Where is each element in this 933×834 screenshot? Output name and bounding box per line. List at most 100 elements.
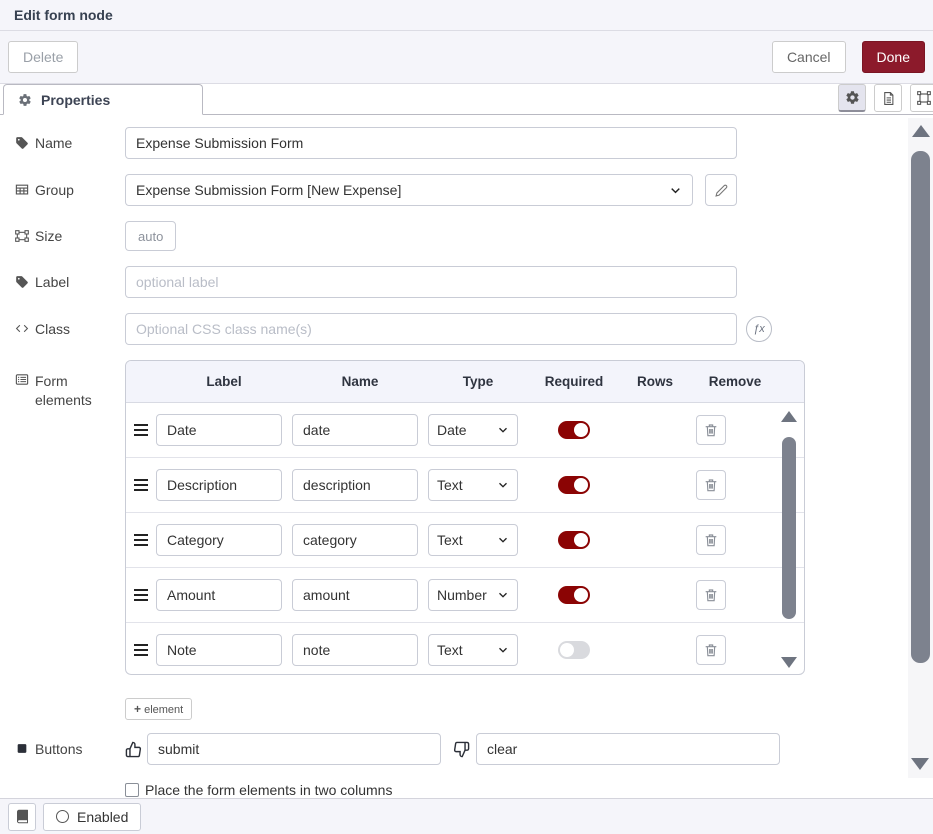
scroll-up-arrow[interactable]	[781, 411, 797, 422]
remove-element-button[interactable]	[696, 415, 726, 445]
tag-icon	[14, 275, 30, 289]
enabled-label: Enabled	[77, 809, 128, 825]
element-name-input[interactable]	[292, 469, 418, 501]
required-toggle[interactable]	[558, 641, 590, 659]
class-row: Class ƒx	[14, 313, 933, 345]
properties-panel: Name Group Expense Submission Form [New …	[0, 115, 933, 798]
drag-handle-icon[interactable]	[134, 429, 148, 431]
chevron-down-icon	[497, 534, 509, 546]
delete-button[interactable]: Delete	[8, 41, 78, 73]
element-name-input[interactable]	[292, 634, 418, 666]
add-element-button[interactable]: + element	[125, 698, 192, 720]
appearance-icon	[916, 90, 932, 106]
gear-icon	[845, 90, 860, 105]
dialog-toolbar: Delete Cancel Done	[0, 31, 933, 84]
clear-button-input[interactable]	[476, 733, 780, 765]
cancel-button[interactable]: Cancel	[772, 41, 846, 73]
name-row: Name	[14, 127, 933, 159]
thumbs-up-icon	[125, 741, 142, 758]
tab-bar: Properties	[0, 84, 933, 115]
form-elements-table: Label Name Type Required Rows Remove Dat…	[125, 360, 805, 675]
element-label-input[interactable]	[156, 524, 282, 556]
element-type-select[interactable]: Text	[428, 524, 518, 556]
group-row: Group Expense Submission Form [New Expen…	[14, 174, 933, 206]
remove-element-button[interactable]	[696, 470, 726, 500]
tab-properties[interactable]: Properties	[3, 84, 203, 115]
fx-dynamic-button[interactable]: ƒx	[746, 316, 772, 342]
size-row: Size auto	[14, 221, 933, 251]
required-toggle[interactable]	[558, 421, 590, 439]
appearance-icon-button[interactable]	[910, 84, 933, 112]
drag-handle-icon[interactable]	[134, 539, 148, 541]
main-scrollbar-thumb[interactable]	[911, 151, 930, 663]
tab-properties-label: Properties	[41, 92, 110, 108]
table-row: Text	[126, 623, 804, 674]
table-scrollbar[interactable]	[779, 411, 799, 668]
book-icon	[15, 809, 30, 824]
trash-icon	[703, 477, 719, 493]
required-toggle[interactable]	[558, 476, 590, 494]
tag-icon	[14, 136, 30, 150]
size-label: Size	[14, 227, 125, 246]
drag-handle-icon[interactable]	[134, 484, 148, 486]
edit-group-button[interactable]	[705, 174, 737, 206]
drag-handle-icon[interactable]	[134, 649, 148, 651]
required-toggle[interactable]	[558, 586, 590, 604]
table-icon	[14, 182, 30, 197]
two-columns-checkbox[interactable]	[125, 783, 139, 797]
scroll-down-arrow[interactable]	[911, 758, 929, 770]
remove-element-button[interactable]	[696, 525, 726, 555]
col-label: Label	[156, 374, 292, 389]
table-header: Label Name Type Required Rows Remove	[126, 361, 804, 403]
two-columns-label: Place the form elements in two columns	[145, 782, 392, 798]
element-type-select[interactable]: Date	[428, 414, 518, 446]
element-type-select[interactable]: Number	[428, 579, 518, 611]
element-type-select[interactable]: Text	[428, 634, 518, 666]
remove-element-button[interactable]	[696, 635, 726, 665]
submit-button-input[interactable]	[147, 733, 441, 765]
buttons-label: Buttons	[14, 740, 125, 759]
element-name-input[interactable]	[292, 579, 418, 611]
element-label-input[interactable]	[156, 414, 282, 446]
table-scrollbar-thumb[interactable]	[782, 437, 796, 619]
table-row: Date	[126, 403, 804, 458]
form-elements-row: Form elements Label Name Type Required R…	[14, 360, 933, 675]
size-button[interactable]: auto	[125, 221, 176, 251]
done-button[interactable]: Done	[862, 41, 925, 73]
col-rows: Rows	[620, 374, 690, 389]
description-icon-button[interactable]	[874, 84, 902, 112]
trash-icon	[703, 642, 719, 658]
col-required: Required	[528, 374, 620, 389]
main-scrollbar[interactable]	[908, 118, 933, 778]
remove-element-button[interactable]	[696, 580, 726, 610]
two-columns-row: Place the form elements in two columns	[125, 782, 933, 798]
class-input[interactable]	[125, 313, 737, 345]
element-type-select[interactable]: Text	[428, 469, 518, 501]
group-select[interactable]: Expense Submission Form [New Expense]	[125, 174, 693, 206]
label-label: Label	[14, 273, 125, 292]
properties-icon-button[interactable]	[838, 84, 866, 112]
element-label-input[interactable]	[156, 579, 282, 611]
enabled-toggle-button[interactable]: Enabled	[43, 803, 141, 831]
chevron-down-icon	[669, 184, 682, 197]
required-toggle[interactable]	[558, 531, 590, 549]
scroll-down-arrow[interactable]	[781, 657, 797, 668]
label-input[interactable]	[125, 266, 737, 298]
element-name-input[interactable]	[292, 524, 418, 556]
circle-icon	[56, 810, 69, 823]
name-input[interactable]	[125, 127, 737, 159]
doc-icon	[881, 91, 896, 106]
docs-button[interactable]	[8, 803, 36, 831]
code-icon	[14, 322, 30, 335]
table-row: Number	[126, 568, 804, 623]
table-row: Text	[126, 513, 804, 568]
square-icon	[14, 742, 30, 755]
element-label-input[interactable]	[156, 469, 282, 501]
trash-icon	[703, 532, 719, 548]
element-label-input[interactable]	[156, 634, 282, 666]
tab-icon-buttons	[838, 84, 933, 112]
scroll-up-arrow[interactable]	[912, 125, 930, 137]
chevron-down-icon	[497, 424, 509, 436]
drag-handle-icon[interactable]	[134, 594, 148, 596]
element-name-input[interactable]	[292, 414, 418, 446]
